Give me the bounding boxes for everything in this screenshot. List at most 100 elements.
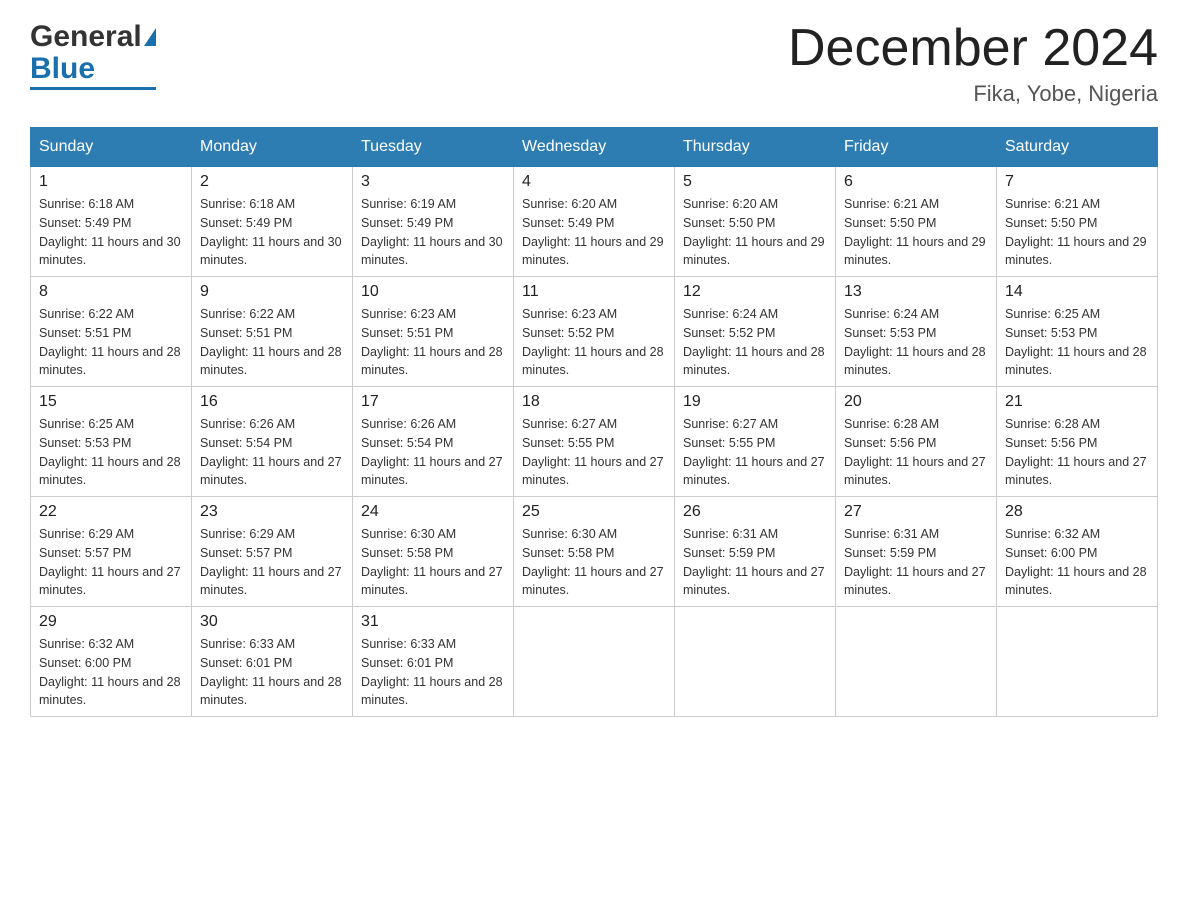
day-number: 31 [361,613,505,631]
day-number: 15 [39,393,183,411]
logo-arrow-icon [144,28,156,46]
calendar-cell: 17 Sunrise: 6:26 AM Sunset: 5:54 PM Dayl… [353,387,514,497]
calendar-week-row: 1 Sunrise: 6:18 AM Sunset: 5:49 PM Dayli… [31,167,1158,277]
day-number: 18 [522,393,666,411]
day-info: Sunrise: 6:21 AM Sunset: 5:50 PM Dayligh… [1005,195,1149,270]
calendar-cell [514,607,675,717]
day-number: 17 [361,393,505,411]
calendar-cell: 21 Sunrise: 6:28 AM Sunset: 5:56 PM Dayl… [997,387,1158,497]
day-info: Sunrise: 6:22 AM Sunset: 5:51 PM Dayligh… [39,305,183,380]
calendar-cell: 12 Sunrise: 6:24 AM Sunset: 5:52 PM Dayl… [675,277,836,387]
calendar-week-row: 8 Sunrise: 6:22 AM Sunset: 5:51 PM Dayli… [31,277,1158,387]
calendar-cell: 2 Sunrise: 6:18 AM Sunset: 5:49 PM Dayli… [192,167,353,277]
calendar-cell: 1 Sunrise: 6:18 AM Sunset: 5:49 PM Dayli… [31,167,192,277]
calendar-cell: 26 Sunrise: 6:31 AM Sunset: 5:59 PM Dayl… [675,497,836,607]
calendar-cell [836,607,997,717]
calendar-cell: 6 Sunrise: 6:21 AM Sunset: 5:50 PM Dayli… [836,167,997,277]
day-number: 4 [522,173,666,191]
calendar-cell: 7 Sunrise: 6:21 AM Sunset: 5:50 PM Dayli… [997,167,1158,277]
day-info: Sunrise: 6:24 AM Sunset: 5:53 PM Dayligh… [844,305,988,380]
day-number: 3 [361,173,505,191]
day-info: Sunrise: 6:30 AM Sunset: 5:58 PM Dayligh… [522,525,666,600]
calendar-cell: 3 Sunrise: 6:19 AM Sunset: 5:49 PM Dayli… [353,167,514,277]
day-info: Sunrise: 6:28 AM Sunset: 5:56 PM Dayligh… [844,415,988,490]
calendar-cell: 24 Sunrise: 6:30 AM Sunset: 5:58 PM Dayl… [353,497,514,607]
column-header-wednesday: Wednesday [514,128,675,167]
column-header-friday: Friday [836,128,997,167]
logo-general: General [30,20,142,54]
day-number: 19 [683,393,827,411]
logo: General Blue [30,20,156,90]
day-number: 13 [844,283,988,301]
calendar-cell: 27 Sunrise: 6:31 AM Sunset: 5:59 PM Dayl… [836,497,997,607]
day-info: Sunrise: 6:32 AM Sunset: 6:00 PM Dayligh… [39,635,183,710]
calendar-cell: 14 Sunrise: 6:25 AM Sunset: 5:53 PM Dayl… [997,277,1158,387]
day-info: Sunrise: 6:25 AM Sunset: 5:53 PM Dayligh… [1005,305,1149,380]
month-title: December 2024 [788,20,1158,77]
calendar-week-row: 15 Sunrise: 6:25 AM Sunset: 5:53 PM Dayl… [31,387,1158,497]
day-number: 30 [200,613,344,631]
day-info: Sunrise: 6:26 AM Sunset: 5:54 PM Dayligh… [361,415,505,490]
calendar-cell: 4 Sunrise: 6:20 AM Sunset: 5:49 PM Dayli… [514,167,675,277]
calendar-cell: 9 Sunrise: 6:22 AM Sunset: 5:51 PM Dayli… [192,277,353,387]
calendar-cell: 19 Sunrise: 6:27 AM Sunset: 5:55 PM Dayl… [675,387,836,497]
column-header-monday: Monday [192,128,353,167]
day-info: Sunrise: 6:20 AM Sunset: 5:49 PM Dayligh… [522,195,666,270]
day-info: Sunrise: 6:33 AM Sunset: 6:01 PM Dayligh… [361,635,505,710]
day-info: Sunrise: 6:31 AM Sunset: 5:59 PM Dayligh… [683,525,827,600]
day-info: Sunrise: 6:22 AM Sunset: 5:51 PM Dayligh… [200,305,344,380]
day-number: 26 [683,503,827,521]
day-number: 24 [361,503,505,521]
day-number: 28 [1005,503,1149,521]
calendar-cell: 23 Sunrise: 6:29 AM Sunset: 5:57 PM Dayl… [192,497,353,607]
day-info: Sunrise: 6:25 AM Sunset: 5:53 PM Dayligh… [39,415,183,490]
day-number: 6 [844,173,988,191]
calendar-week-row: 29 Sunrise: 6:32 AM Sunset: 6:00 PM Dayl… [31,607,1158,717]
day-info: Sunrise: 6:27 AM Sunset: 5:55 PM Dayligh… [683,415,827,490]
calendar-cell [675,607,836,717]
day-number: 8 [39,283,183,301]
day-number: 2 [200,173,344,191]
day-info: Sunrise: 6:29 AM Sunset: 5:57 PM Dayligh… [200,525,344,600]
calendar-cell: 11 Sunrise: 6:23 AM Sunset: 5:52 PM Dayl… [514,277,675,387]
day-info: Sunrise: 6:23 AM Sunset: 5:51 PM Dayligh… [361,305,505,380]
calendar-cell: 16 Sunrise: 6:26 AM Sunset: 5:54 PM Dayl… [192,387,353,497]
calendar-cell: 8 Sunrise: 6:22 AM Sunset: 5:51 PM Dayli… [31,277,192,387]
calendar-cell: 31 Sunrise: 6:33 AM Sunset: 6:01 PM Dayl… [353,607,514,717]
calendar-cell: 5 Sunrise: 6:20 AM Sunset: 5:50 PM Dayli… [675,167,836,277]
calendar-header-row: SundayMondayTuesdayWednesdayThursdayFrid… [31,128,1158,167]
day-number: 20 [844,393,988,411]
title-block: December 2024 Fika, Yobe, Nigeria [788,20,1158,107]
day-number: 12 [683,283,827,301]
logo-blue: Blue [30,52,95,86]
calendar-table: SundayMondayTuesdayWednesdayThursdayFrid… [30,127,1158,717]
calendar-cell: 20 Sunrise: 6:28 AM Sunset: 5:56 PM Dayl… [836,387,997,497]
day-number: 25 [522,503,666,521]
day-info: Sunrise: 6:18 AM Sunset: 5:49 PM Dayligh… [39,195,183,270]
day-info: Sunrise: 6:26 AM Sunset: 5:54 PM Dayligh… [200,415,344,490]
day-number: 5 [683,173,827,191]
day-number: 29 [39,613,183,631]
day-info: Sunrise: 6:28 AM Sunset: 5:56 PM Dayligh… [1005,415,1149,490]
day-info: Sunrise: 6:32 AM Sunset: 6:00 PM Dayligh… [1005,525,1149,600]
day-number: 9 [200,283,344,301]
day-info: Sunrise: 6:31 AM Sunset: 5:59 PM Dayligh… [844,525,988,600]
day-info: Sunrise: 6:24 AM Sunset: 5:52 PM Dayligh… [683,305,827,380]
calendar-cell: 25 Sunrise: 6:30 AM Sunset: 5:58 PM Dayl… [514,497,675,607]
calendar-cell: 10 Sunrise: 6:23 AM Sunset: 5:51 PM Dayl… [353,277,514,387]
day-info: Sunrise: 6:29 AM Sunset: 5:57 PM Dayligh… [39,525,183,600]
day-info: Sunrise: 6:33 AM Sunset: 6:01 PM Dayligh… [200,635,344,710]
day-info: Sunrise: 6:19 AM Sunset: 5:49 PM Dayligh… [361,195,505,270]
day-info: Sunrise: 6:30 AM Sunset: 5:58 PM Dayligh… [361,525,505,600]
day-number: 22 [39,503,183,521]
column-header-saturday: Saturday [997,128,1158,167]
calendar-week-row: 22 Sunrise: 6:29 AM Sunset: 5:57 PM Dayl… [31,497,1158,607]
calendar-cell: 28 Sunrise: 6:32 AM Sunset: 6:00 PM Dayl… [997,497,1158,607]
day-number: 11 [522,283,666,301]
calendar-cell: 29 Sunrise: 6:32 AM Sunset: 6:00 PM Dayl… [31,607,192,717]
calendar-cell: 30 Sunrise: 6:33 AM Sunset: 6:01 PM Dayl… [192,607,353,717]
day-number: 7 [1005,173,1149,191]
day-number: 14 [1005,283,1149,301]
day-info: Sunrise: 6:21 AM Sunset: 5:50 PM Dayligh… [844,195,988,270]
location-subtitle: Fika, Yobe, Nigeria [788,81,1158,107]
